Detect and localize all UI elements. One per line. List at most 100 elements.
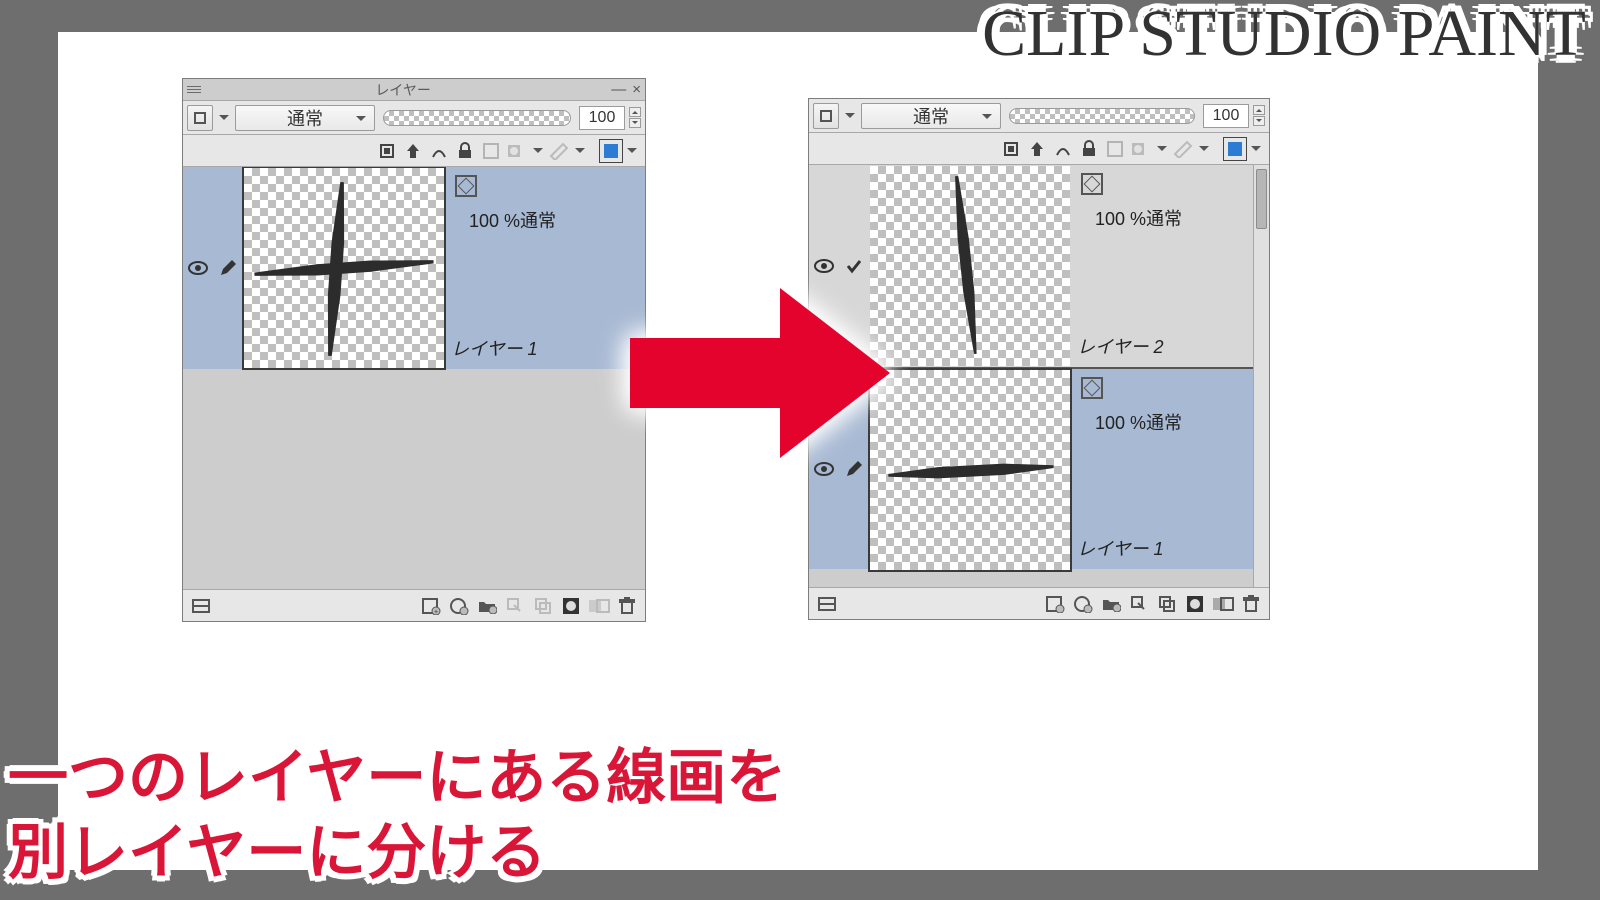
layer-panel-toprow: 通常 100 <box>183 101 645 135</box>
draft-layer-icon[interactable] <box>1051 137 1075 161</box>
visibility-toggle[interactable] <box>183 167 213 369</box>
layer-list: 100 %通常 レイヤー 1 <box>183 167 645 589</box>
ruler-dropdown-icon[interactable] <box>573 138 587 164</box>
layer-color-swatch[interactable] <box>1223 137 1247 161</box>
mask-enable-icon[interactable] <box>1129 137 1153 161</box>
combine-down-icon[interactable] <box>531 594 555 618</box>
new-raster-layer-icon[interactable]: + <box>419 594 443 618</box>
layer-thumbnail[interactable] <box>244 168 444 368</box>
two-pane-icon[interactable] <box>815 592 839 616</box>
hamburger-icon[interactable] <box>187 86 201 93</box>
layer-name[interactable]: レイヤー 2 <box>1077 333 1163 359</box>
opacity-value[interactable]: 100 <box>579 106 625 130</box>
layer-row[interactable]: 100 %通常 レイヤー 1 <box>183 167 645 369</box>
lock-icon[interactable] <box>1077 137 1101 161</box>
layer-opacity-label: 100 %通常 <box>1095 409 1182 435</box>
caption-line-1: 一つのレイヤーにある線画を <box>8 744 786 811</box>
new-raster-layer-icon[interactable] <box>1043 592 1067 616</box>
layer-panel-toprow: 通常 100 <box>809 99 1269 133</box>
apply-mask-icon[interactable] <box>1211 592 1235 616</box>
layer-color-swatch[interactable] <box>599 139 623 163</box>
eye-icon <box>188 261 208 275</box>
pen-icon <box>844 459 864 479</box>
layer-thumbnail[interactable] <box>870 370 1070 570</box>
transfer-down-icon[interactable] <box>1127 592 1151 616</box>
reference-layer-icon[interactable] <box>401 139 425 163</box>
layer-opacity-label: 100 %通常 <box>469 207 556 233</box>
layer-opacity-label: 100 %通常 <box>1095 205 1182 231</box>
opacity-value[interactable]: 100 <box>1203 104 1249 128</box>
layer-meta[interactable]: 100 %通常 レイヤー 1 <box>1071 369 1269 569</box>
reference-display-dropdown[interactable] <box>217 105 231 131</box>
layer-meta[interactable]: 100 %通常 レイヤー 2 <box>1071 165 1269 367</box>
reference-display-dropdown[interactable] <box>843 103 857 129</box>
scrollbar-thumb[interactable] <box>1256 169 1267 229</box>
stroke-vertical <box>949 176 984 354</box>
lock-transparent-icon[interactable] <box>1103 137 1127 161</box>
layer-bottom-bar: + <box>183 589 645 621</box>
tutorial-caption: 一つのレイヤーにある線画を 別レイヤーに分ける <box>0 734 810 900</box>
layer-name[interactable]: レイヤー 1 <box>1077 535 1163 561</box>
opacity-spinner[interactable] <box>1253 105 1265 126</box>
stroke-horizontal <box>888 460 1055 483</box>
layer-meta[interactable]: 100 %通常 レイヤー 1 <box>445 167 645 369</box>
layer-color-dropdown[interactable] <box>625 138 639 164</box>
pen-icon <box>218 258 238 278</box>
scrollbar[interactable] <box>1253 165 1269 587</box>
ruler-icon[interactable] <box>547 139 571 163</box>
mask-dropdown-icon[interactable] <box>531 138 545 164</box>
layer-tool-row <box>809 133 1269 165</box>
new-vector-layer-icon[interactable] <box>1071 592 1095 616</box>
layer-panel-before: レイヤー — × 通常 100 <box>182 78 646 622</box>
mask-dropdown-icon[interactable] <box>1155 136 1169 162</box>
stroke-horizontal <box>254 254 435 283</box>
combine-down-icon[interactable] <box>1155 592 1179 616</box>
reference-display-button[interactable] <box>187 105 213 131</box>
create-mask-icon[interactable] <box>559 594 583 618</box>
check-icon <box>845 257 863 275</box>
new-folder-icon[interactable] <box>1099 592 1123 616</box>
reference-layer-icon[interactable] <box>1025 137 1049 161</box>
svg-text:+: + <box>434 609 438 615</box>
new-folder-icon[interactable] <box>475 594 499 618</box>
new-vector-layer-icon[interactable] <box>447 594 471 618</box>
opacity-slider[interactable] <box>1009 108 1195 124</box>
eye-icon <box>814 462 834 476</box>
blend-mode-dropdown[interactable]: 通常 <box>861 103 1001 129</box>
layer-color-dropdown[interactable] <box>1249 136 1263 162</box>
draft-layer-icon[interactable] <box>427 139 451 163</box>
minimize-icon[interactable]: — <box>611 81 626 98</box>
opacity-spinner[interactable] <box>629 107 641 128</box>
app-title: CLIP STUDIO PAINT <box>952 0 1600 80</box>
blend-mode-dropdown[interactable]: 通常 <box>235 105 375 131</box>
layer-thumbnail[interactable] <box>870 166 1070 366</box>
active-layer-indicator <box>213 167 243 369</box>
layer-tool-row <box>183 135 645 167</box>
panel-titlebar[interactable]: レイヤー — × <box>183 79 645 101</box>
delete-layer-icon[interactable] <box>615 594 639 618</box>
create-mask-icon[interactable] <box>1183 592 1207 616</box>
ruler-icon[interactable] <box>1171 137 1195 161</box>
clip-mask-icon[interactable] <box>375 139 399 163</box>
lock-icon[interactable] <box>453 139 477 163</box>
ruler-dropdown-icon[interactable] <box>1197 136 1211 162</box>
clip-mask-icon[interactable] <box>999 137 1023 161</box>
layer-bottom-bar <box>809 587 1269 619</box>
panel-title: レイヤー <box>201 80 605 100</box>
layer-type-raster-icon <box>1081 377 1103 399</box>
mask-enable-icon[interactable] <box>505 139 529 163</box>
layer-name[interactable]: レイヤー 1 <box>451 335 537 361</box>
lock-transparent-icon[interactable] <box>479 139 503 163</box>
delete-layer-icon[interactable] <box>1239 592 1263 616</box>
opacity-slider[interactable] <box>383 110 571 126</box>
layer-type-raster-icon <box>1081 173 1103 195</box>
two-pane-icon[interactable] <box>189 594 213 618</box>
reference-display-button[interactable] <box>813 103 839 129</box>
transfer-down-icon[interactable] <box>503 594 527 618</box>
apply-mask-icon[interactable] <box>587 594 611 618</box>
caption-line-2: 別レイヤーに分ける <box>8 819 546 886</box>
eye-icon <box>814 259 834 273</box>
layer-type-raster-icon <box>455 175 477 197</box>
transition-arrow <box>630 288 890 458</box>
close-icon[interactable]: × <box>632 81 641 98</box>
